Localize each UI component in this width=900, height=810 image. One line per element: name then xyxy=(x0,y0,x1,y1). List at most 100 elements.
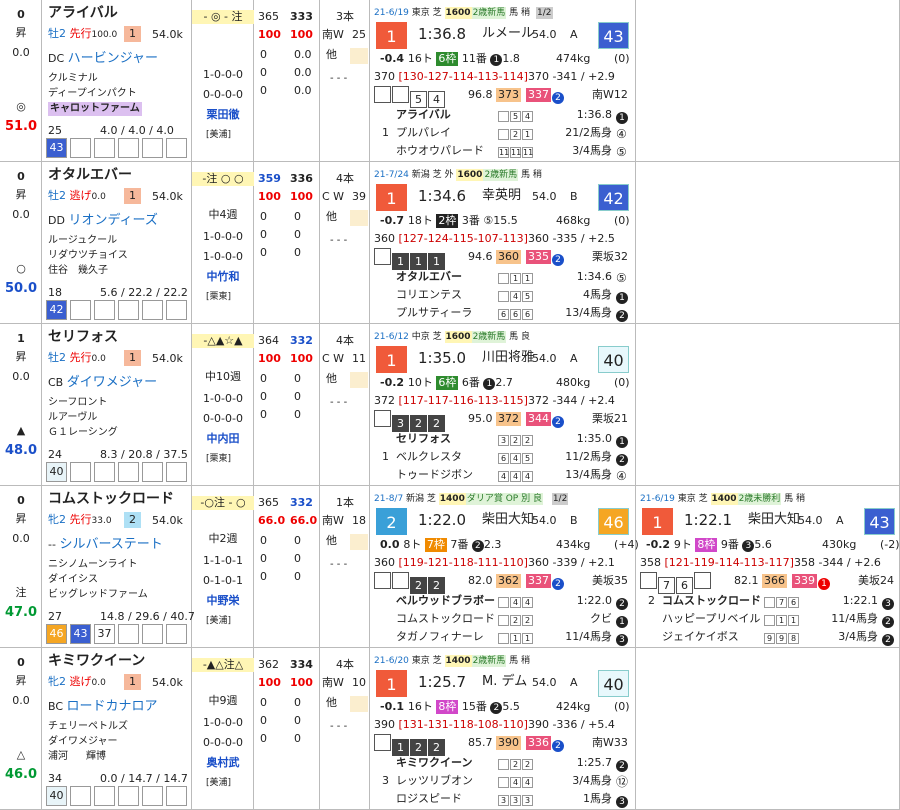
score-box xyxy=(94,462,115,482)
time-diff: 0.0 xyxy=(380,538,404,551)
race-date[interactable]: 21-6/12 xyxy=(374,332,412,342)
run-style: 先行 xyxy=(69,27,92,40)
horse-name[interactable]: アライバル xyxy=(48,6,118,20)
result-horse: ジェイケイボス xyxy=(662,630,739,643)
win-odds: 5.5 xyxy=(502,700,520,713)
score-box xyxy=(166,462,187,482)
odds-count: 25 xyxy=(48,124,62,137)
last-3f-rank: 2 xyxy=(552,413,564,428)
horse-index: 0 xyxy=(17,8,25,21)
workout-track: C W xyxy=(322,352,345,365)
horse-row: 0 昇 0.0 △ 46.0 キミワクイーン 牝2 逃げ0.0 1 54.0k BC ロードカナロ… xyxy=(0,648,900,810)
popularity-rank: 1 xyxy=(490,54,503,66)
post-number: 9番 xyxy=(717,538,743,551)
result-corners: 444 xyxy=(498,469,534,483)
result-pop: ④ xyxy=(616,127,627,141)
race-detail-line: -0.2 10ト 6枠 6番 1 2.7 xyxy=(380,376,513,390)
stat-pct-a: 66.0 xyxy=(258,514,286,527)
result-pop: ④ xyxy=(616,469,627,483)
sire-link[interactable]: ロードカナロア xyxy=(67,699,158,714)
horse-info-column: セリフォス 牡2 先行0.0 1 54.0k CB ダイワメジャー シーフロント ルアーヴル… xyxy=(42,324,192,485)
result-pop: 3 xyxy=(616,793,628,808)
workout-note-box xyxy=(350,48,368,64)
horse-name[interactable]: コムストックロード xyxy=(48,492,174,506)
race-jockey: M. デム xyxy=(482,674,528,689)
horse-row: 0 昇 0.0 ◎ 51.0 アライバル 牡2 先行100.0 1 54.0k DC ハービンジャ… xyxy=(0,0,900,162)
prediction-mark: 注 xyxy=(15,586,27,599)
workout-dash: - - - xyxy=(330,235,348,246)
pace-first: 373 xyxy=(496,88,521,102)
last-3f-rank: 2 xyxy=(552,575,564,590)
last-3f-rank: 2 xyxy=(552,89,564,104)
trainer-name[interactable]: 中内田 xyxy=(192,432,254,446)
result-pop: 3 xyxy=(882,595,894,610)
trainer-name[interactable]: 中竹和 xyxy=(192,270,254,284)
sire-link[interactable]: シルバーステート xyxy=(59,537,162,552)
score-column: 0 昇 0.0 注 47.0 xyxy=(0,486,42,647)
result-horse: プルサティーラ xyxy=(396,306,473,319)
horse-name[interactable]: セリフォス xyxy=(48,330,118,344)
result-horse: アライバル xyxy=(396,108,451,121)
workout-note-box xyxy=(350,372,368,388)
pace-last: 335 xyxy=(526,250,551,264)
last-3f-rank: 2 xyxy=(552,251,564,266)
sire-link[interactable]: リオンディーズ xyxy=(68,213,157,228)
wave-value: 0.0 xyxy=(12,46,30,59)
race-distance: 1400 xyxy=(444,655,472,667)
finish-rank: 2 xyxy=(376,508,407,535)
corner-position xyxy=(374,410,391,427)
lap-line: 390 [131-131-118-108-110]390 -336 / +5.4 xyxy=(374,718,615,732)
finish-rank: 1 xyxy=(376,670,407,697)
gate-badge: 6枠 xyxy=(436,376,459,390)
workout-number: 39 xyxy=(352,190,366,203)
trainer-name[interactable]: 中野栄 xyxy=(192,594,254,608)
result-horse: トゥードジボン xyxy=(396,468,473,481)
training-column: 4本 C W 39 他 - - - xyxy=(320,162,370,323)
stat-pct-a: 100 xyxy=(258,28,281,41)
post-number: 6番 xyxy=(458,376,484,389)
race-class: 2歳未勝利 xyxy=(737,493,782,505)
finish-rank: 1 xyxy=(376,184,407,211)
trainer-name[interactable]: 栗田徹 xyxy=(192,108,254,122)
stable-region: [栗東] xyxy=(206,454,232,464)
time-diff: -0.7 xyxy=(380,214,408,227)
horse-row: 1 昇 0.0 ▲ 48.0 セリフォス 牡2 先行0.0 1 54.0k CB ダイワメジャーシ… xyxy=(0,324,900,486)
marks-column: -○注 - ○ 中2週 1-1-0-1 0-1-0-1 中野栄 [美浦] xyxy=(192,486,254,647)
run-style-rate: 0.0 xyxy=(91,192,106,202)
sire-link[interactable]: ダイワメジャー xyxy=(67,375,157,390)
sire-link[interactable]: ハービンジャー xyxy=(68,51,158,66)
race-grade: A xyxy=(570,28,578,41)
result-rank: 3 xyxy=(382,774,389,787)
trainer-name[interactable]: 奥村武 xyxy=(192,756,254,770)
horse-name[interactable]: オタルエバー xyxy=(48,168,132,182)
race-date[interactable]: 21-6/20 xyxy=(374,656,412,666)
sire-line: -- シルバーステート xyxy=(48,538,163,552)
race-date[interactable]: 21-8/7 xyxy=(374,494,406,504)
wave-value: 0.0 xyxy=(12,532,30,545)
body-weight-change: (0) xyxy=(614,700,630,713)
result-pop: 2 xyxy=(616,307,628,322)
run-style: 先行 xyxy=(69,513,92,526)
dam-name: ルージュクール xyxy=(48,235,118,246)
race-rating: 42 xyxy=(598,184,629,211)
race-date[interactable]: 21-6/19 xyxy=(640,494,678,504)
corner-position: 1 xyxy=(410,253,427,270)
race-weight: 54.0 xyxy=(798,514,823,527)
lap-line: 358 [121-119-114-113-117]358 -344 / +2.6 xyxy=(640,556,881,570)
corner-position xyxy=(374,86,391,103)
carried-weight: 54.0k xyxy=(152,352,183,365)
horse-name[interactable]: キミワクイーン xyxy=(48,654,145,668)
result-corners: 11 11 11 xyxy=(498,147,534,158)
race-note: 1/2 xyxy=(551,493,569,505)
result-corners: 645 xyxy=(498,451,534,465)
training-result: 栗坂21 xyxy=(592,412,628,425)
race-weight: 54.0 xyxy=(532,28,557,41)
race-date[interactable]: 21-7/24 xyxy=(374,170,412,180)
race-date[interactable]: 21-6/19 xyxy=(374,8,412,18)
run-style-rate: 100.0 xyxy=(91,30,118,40)
stat-row-b: 0 xyxy=(294,552,301,565)
score-box xyxy=(70,138,91,158)
odds-count: 24 xyxy=(48,448,62,461)
horse-info-column: アライバル 牡2 先行100.0 1 54.0k DC ハービンジャー クルミナル ディープ… xyxy=(42,0,192,161)
training-column: 4本 南W 10 他 - - - xyxy=(320,648,370,809)
